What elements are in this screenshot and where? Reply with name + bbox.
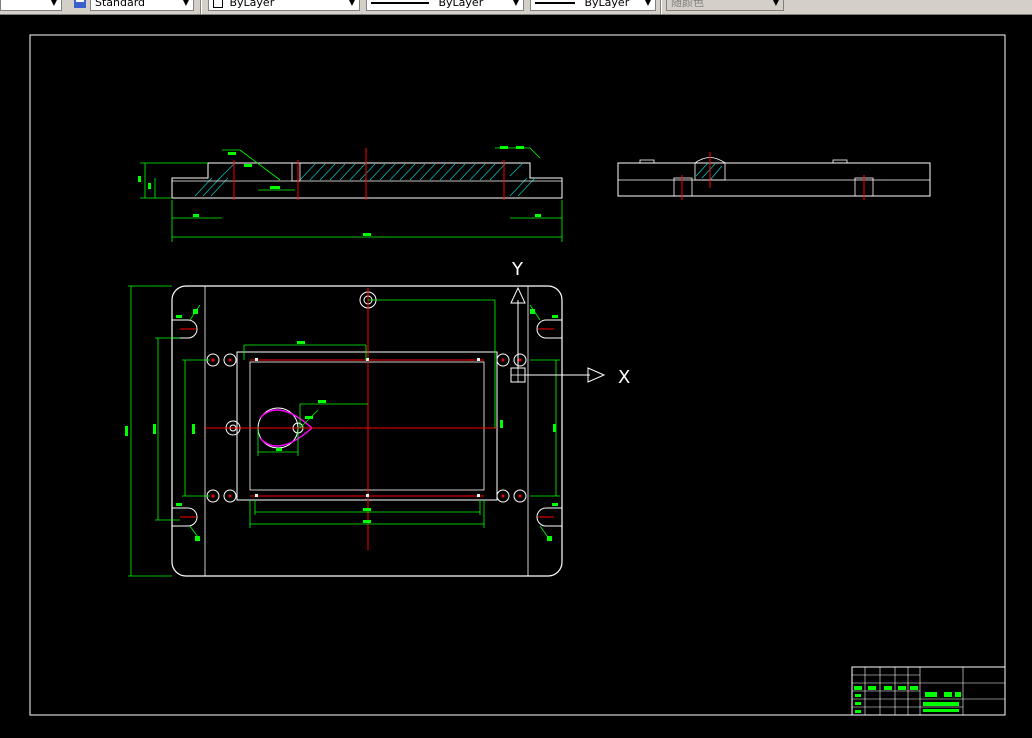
layer-dropdown[interactable]: ByLayer ▼	[208, 0, 360, 11]
layer-state-icon	[213, 0, 223, 8]
toolbar-separator	[660, 0, 662, 14]
side-view	[617, 152, 931, 200]
ucs-x-label: X	[618, 367, 630, 388]
layer-value: ByLayer	[229, 0, 275, 9]
text-style-dropdown[interactable]: Standard ▼	[90, 0, 194, 11]
cad-drawing: Y X	[29, 34, 1006, 716]
text-style-icon[interactable]	[73, 0, 87, 9]
chevron-down-icon: ▼	[50, 0, 58, 7]
linetype-preview	[371, 2, 429, 4]
title-block	[851, 666, 1006, 716]
ucs-y-label: Y	[511, 259, 524, 280]
plot-style-dropdown[interactable]: 随颜色 ▼	[666, 0, 784, 11]
chevron-down-icon: ▼	[512, 0, 520, 7]
chevron-down-icon: ▼	[772, 0, 780, 7]
lineweight-value: ByLayer	[584, 0, 630, 9]
front-section-view	[138, 146, 563, 242]
chevron-down-icon: ▼	[348, 0, 356, 7]
drawing-canvas[interactable]: Y X	[0, 14, 1032, 738]
style-dropdown-left[interactable]: ▼	[0, 0, 62, 11]
toolbar-separator	[200, 0, 202, 14]
lineweight-dropdown[interactable]: ByLayer ▼	[530, 0, 656, 11]
ucs-icon: Y X	[510, 259, 630, 388]
linetype-value: ByLayer	[438, 0, 484, 9]
plan-view	[125, 285, 563, 577]
chevron-down-icon: ▼	[644, 0, 652, 7]
linetype-dropdown[interactable]: ByLayer ▼	[366, 0, 524, 11]
text-style-value: Standard	[95, 0, 146, 9]
plot-style-value: 随颜色	[671, 0, 704, 9]
lineweight-preview	[535, 2, 575, 4]
chevron-down-icon: ▼	[182, 0, 190, 7]
properties-toolbar: ▼ Standard ▼ ByLayer ▼ ByLayer ▼ ByLayer…	[0, 0, 1032, 15]
